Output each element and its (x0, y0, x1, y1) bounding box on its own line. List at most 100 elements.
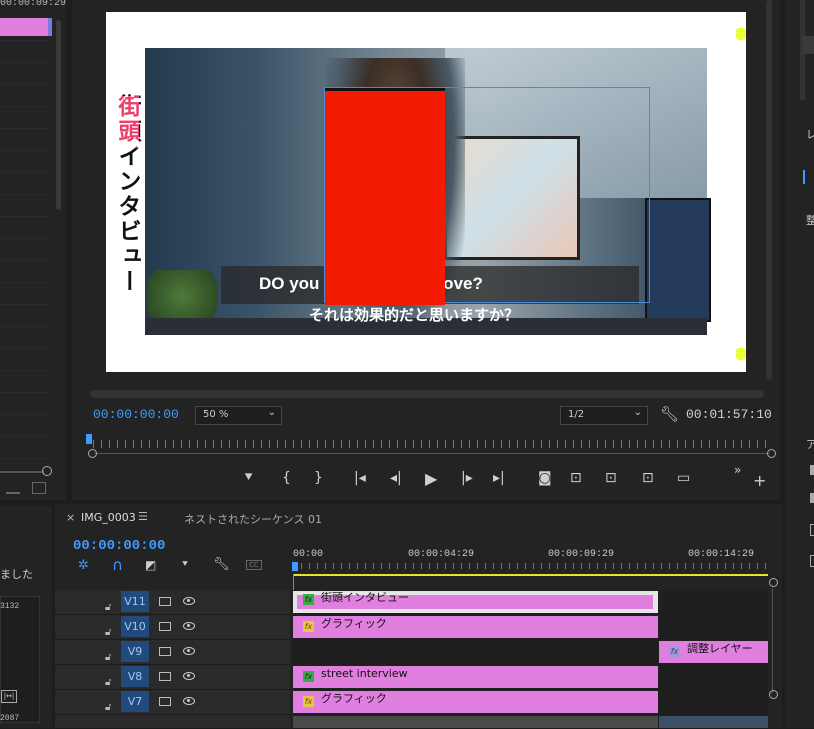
zoom-value: 50 % (203, 409, 229, 420)
work-area-bar[interactable] (293, 574, 768, 576)
timeline-playhead[interactable] (292, 562, 298, 571)
project-zoom-handle[interactable] (42, 466, 52, 476)
zoom-select[interactable]: 50 % ⌄ (195, 406, 282, 425)
subtitle-jp: それは効果的だと思いますか？ (309, 306, 520, 324)
tab-nested-sequence[interactable]: ネストされたシーケンス 01 (184, 511, 322, 527)
project-scrollbar[interactable] (56, 20, 61, 210)
video-frame[interactable]: 街頭インタビュー DO you en`t effectiove? それは効果的だ… (106, 12, 746, 372)
resolution-select[interactable]: 1/2 ⌄ (560, 406, 648, 425)
red-rectangle[interactable] (325, 88, 445, 305)
track-header-v8[interactable]: 🔓︎ V8 (55, 665, 290, 690)
playhead-marker[interactable] (86, 434, 92, 444)
captions-icon[interactable]: CC (246, 560, 262, 570)
chevron-down-icon: ⌄ (633, 407, 642, 418)
track-name-v10[interactable]: V10 (121, 616, 149, 637)
thumb-box (0, 596, 40, 723)
insert-icon[interactable]: ⊡ (642, 470, 654, 486)
right-check-1[interactable] (810, 465, 814, 475)
track-header-v10[interactable]: 🔓︎ V10 (55, 615, 290, 640)
track-name-v11[interactable]: V11 (121, 591, 149, 612)
camera-icon[interactable]: ◙ (538, 470, 552, 486)
monitor-right (645, 198, 711, 322)
right-blue-bar (803, 170, 805, 184)
project-clip-bar[interactable] (0, 18, 50, 36)
mark-in-icon[interactable]: { (282, 470, 291, 486)
corner-marker-bottom (736, 348, 746, 360)
track-header-v9[interactable]: 🔓︎ V9 (55, 640, 290, 665)
clip-v11[interactable]: fx 街頭インタビュー (293, 591, 658, 613)
sync-lock-icon[interactable] (159, 672, 171, 681)
clip-v7-label: グラフィック (321, 692, 387, 705)
lock-icon[interactable]: 🔓︎ (105, 595, 115, 613)
sync-lock-icon[interactable] (159, 622, 171, 631)
go-to-in-icon[interactable]: |◂ (354, 470, 366, 486)
more-icon[interactable]: » (734, 463, 741, 477)
wrench-icon[interactable]: 🔧︎ (660, 405, 679, 423)
lift-icon[interactable]: ⊡ (570, 470, 582, 486)
fit-icon[interactable]: |↔| (1, 690, 17, 703)
timeline-timecode[interactable]: 00:00:00:00 (73, 538, 165, 554)
tab-menu-icon[interactable]: ☰ (138, 510, 148, 523)
timeline-scroll-track[interactable] (772, 588, 773, 693)
marker-icon[interactable]: ⯆ (181, 559, 189, 570)
timeline-scroll-handle[interactable] (769, 578, 778, 587)
clip-v11-icon: fx (303, 594, 314, 605)
timeline-wrench-icon[interactable]: 🔧︎ (213, 557, 230, 572)
snap-icon[interactable]: ✲ (78, 558, 89, 573)
scrub-track[interactable] (94, 453, 770, 454)
lock-icon[interactable]: 🔓︎ (105, 645, 115, 663)
go-to-out-icon[interactable]: ▸| (493, 470, 505, 486)
project-timecode: 00:00:09:29 (0, 0, 67, 9)
new-item-icon[interactable] (32, 482, 46, 494)
track-name-v7[interactable]: V7 (121, 691, 149, 712)
eye-icon[interactable] (183, 672, 195, 680)
track-name-v9[interactable]: V9 (121, 641, 149, 662)
scrub-end-handle[interactable] (767, 449, 776, 458)
track-header-v6[interactable] (55, 715, 290, 729)
project-panel-bottom: ました 3132 |↔| 2087 (0, 506, 52, 728)
safe-margin-icon[interactable]: ▭ (677, 470, 690, 486)
clip-v8[interactable]: fx street interview (293, 666, 658, 688)
clip-v6-partial[interactable] (293, 716, 658, 728)
play-icon[interactable]: ▶ (425, 469, 437, 488)
magnet-icon[interactable]: ∩ (112, 556, 123, 574)
monitor-scrollbar-v[interactable] (766, 0, 772, 380)
sync-lock-icon[interactable] (159, 697, 171, 706)
right-check-2[interactable] (810, 493, 814, 503)
eye-icon[interactable] (183, 622, 195, 630)
mark-out-icon[interactable]: } (314, 470, 323, 486)
timeline-scroll-handle-bottom[interactable] (769, 690, 778, 699)
list-view-icon[interactable] (6, 482, 20, 494)
tab-img0003[interactable]: IMG_0003 (81, 511, 136, 524)
add-marker-icon[interactable]: ⯆ (243, 470, 254, 486)
ruler-label-2: 00:00:09:29 (548, 549, 615, 560)
sync-lock-icon[interactable] (159, 647, 171, 656)
step-forward-icon[interactable]: |▸ (461, 470, 473, 486)
extract-icon[interactable]: ⊡ (605, 470, 617, 486)
step-back-icon[interactable]: ◂| (390, 470, 402, 486)
lock-icon[interactable]: 🔓︎ (105, 695, 115, 713)
program-current-timecode[interactable]: 00:00:00:00 (93, 407, 179, 422)
scrub-start-handle[interactable] (88, 449, 97, 458)
ruler-label-1: 00:00:04:29 (408, 549, 475, 560)
clip-v7[interactable]: fx グラフィック (293, 691, 658, 713)
linked-selection-icon[interactable]: ◩ (145, 558, 156, 572)
eye-icon[interactable] (183, 697, 195, 705)
right-check-4[interactable] (810, 555, 814, 567)
track-header-v7[interactable]: 🔓︎ V7 (55, 690, 290, 715)
eye-icon[interactable] (183, 597, 195, 605)
right-item-box[interactable] (802, 36, 814, 54)
tab-close-icon[interactable]: × (66, 511, 75, 524)
add-button-icon[interactable]: + (753, 471, 766, 490)
lock-icon[interactable]: 🔓︎ (105, 670, 115, 688)
sync-lock-icon[interactable] (159, 597, 171, 606)
clip-v6-partial-b[interactable] (659, 716, 768, 728)
track-header-v11[interactable]: 🔓︎ V11 (55, 590, 290, 615)
lock-icon[interactable]: 🔓︎ (105, 620, 115, 638)
monitor-scrollbar-h[interactable] (90, 390, 764, 398)
eye-icon[interactable] (183, 647, 195, 655)
clip-v10[interactable]: fx グラフィック (293, 616, 658, 638)
clip-v9[interactable]: fx 調整レイヤー (659, 641, 768, 663)
track-name-v8[interactable]: V8 (121, 666, 149, 687)
right-check-3[interactable] (810, 524, 814, 536)
